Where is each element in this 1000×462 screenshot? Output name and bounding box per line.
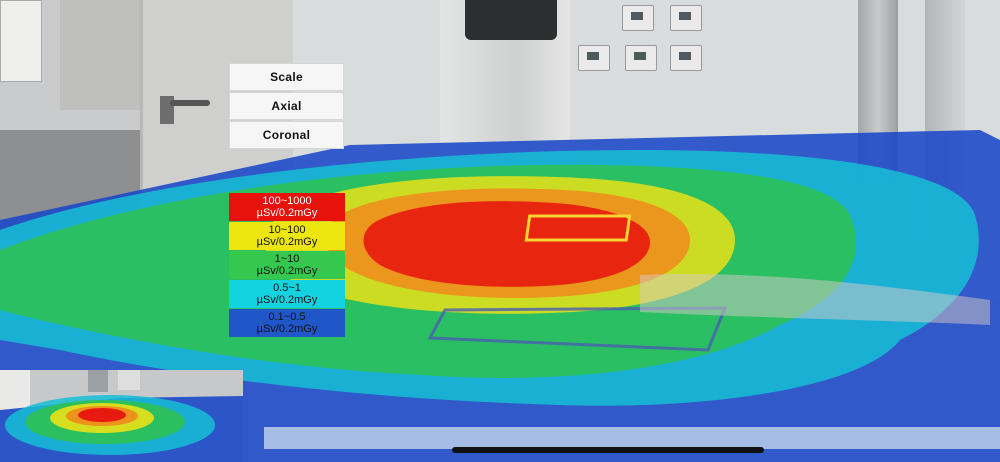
legend-range: 100~1000 <box>262 195 312 207</box>
legend-item-0.1-0.5: 0.1~0.5 µSv/0.2mGy <box>229 309 345 337</box>
dose-legend: 100~1000 µSv/0.2mGy 10~100 µSv/0.2mGy 1~… <box>229 193 345 338</box>
legend-unit: µSv/0.2mGy <box>256 236 318 248</box>
legend-item-1-10: 1~10 µSv/0.2mGy <box>229 251 345 279</box>
legend-unit: µSv/0.2mGy <box>256 323 318 335</box>
legend-range: 10~100 <box>268 224 306 236</box>
legend-range: 1~10 <box>274 253 300 265</box>
legend-range: 0.5~1 <box>273 282 301 294</box>
legend-item-0.5-1: 0.5~1 µSv/0.2mGy <box>229 280 345 308</box>
scale-button[interactable]: Scale <box>229 63 344 91</box>
legend-unit: µSv/0.2mGy <box>256 294 318 306</box>
coronal-button[interactable]: Coronal <box>229 121 344 149</box>
legend-unit: µSv/0.2mGy <box>256 207 318 219</box>
legend-item-10-100: 10~100 µSv/0.2mGy <box>229 222 345 250</box>
overview-heatmap <box>0 370 243 462</box>
home-indicator[interactable] <box>452 447 764 453</box>
legend-unit: µSv/0.2mGy <box>256 265 318 277</box>
axial-button[interactable]: Axial <box>229 92 344 120</box>
legend-item-100-1000: 100~1000 µSv/0.2mGy <box>229 193 345 221</box>
overview-thumbnail[interactable] <box>0 370 243 462</box>
view-mode-menu: Scale Axial Coronal <box>229 63 344 150</box>
dose-region-100-1000 <box>363 201 650 287</box>
progress-bar[interactable] <box>264 427 1000 449</box>
legend-range: 0.1~0.5 <box>268 311 306 323</box>
